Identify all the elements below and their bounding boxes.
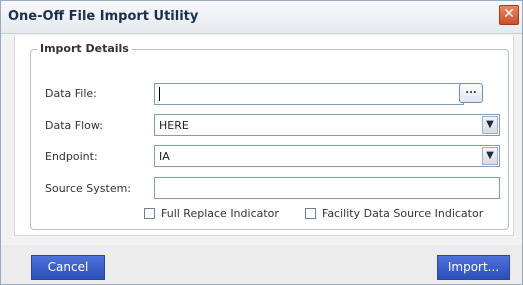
import-button-label: Import...	[447, 260, 500, 274]
browse-button-label: ...	[465, 85, 477, 96]
text-cursor	[159, 87, 160, 101]
cancel-button-label: Cancel	[47, 260, 89, 274]
data-flow-selected: HERE	[159, 119, 189, 132]
import-button[interactable]: Import...	[437, 255, 510, 280]
full-replace-label: Full Replace Indicator	[161, 207, 279, 220]
chevron-down-icon[interactable]: ▼	[482, 147, 498, 165]
cancel-button[interactable]: Cancel	[31, 255, 105, 280]
import-dialog: One-Off File Import Utility ✕ Import Det…	[0, 0, 523, 285]
facility-source-label: Facility Data Source Indicator	[322, 207, 484, 220]
dialog-content: Import Details Data File: Data Flow: HER…	[14, 35, 514, 236]
data-flow-label: Data Flow:	[45, 119, 103, 132]
data-flow-select[interactable]: HERE ▼	[154, 114, 500, 136]
data-file-label: Data File:	[45, 87, 97, 100]
data-file-input[interactable]	[154, 83, 464, 105]
import-details-legend: Import Details	[37, 42, 132, 55]
close-button[interactable]: ✕	[499, 5, 519, 25]
facility-source-checkbox[interactable]	[305, 208, 316, 219]
endpoint-label: Endpoint:	[45, 150, 98, 163]
full-replace-checkbox[interactable]	[144, 208, 155, 219]
dialog-title: One-Off File Import Utility	[8, 9, 199, 24]
import-details-group: Import Details	[30, 42, 509, 230]
source-system-label: Source System:	[45, 182, 132, 195]
dialog-titlebar: One-Off File Import Utility ✕	[1, 1, 522, 34]
chevron-down-icon[interactable]: ▼	[482, 116, 498, 134]
dialog-footer: Cancel Import...	[1, 245, 522, 284]
source-system-input[interactable]	[154, 177, 500, 199]
close-icon: ✕	[503, 6, 515, 22]
endpoint-selected: IA	[159, 150, 170, 163]
endpoint-select[interactable]: IA ▼	[154, 145, 500, 167]
browse-button[interactable]: ...	[459, 83, 483, 103]
